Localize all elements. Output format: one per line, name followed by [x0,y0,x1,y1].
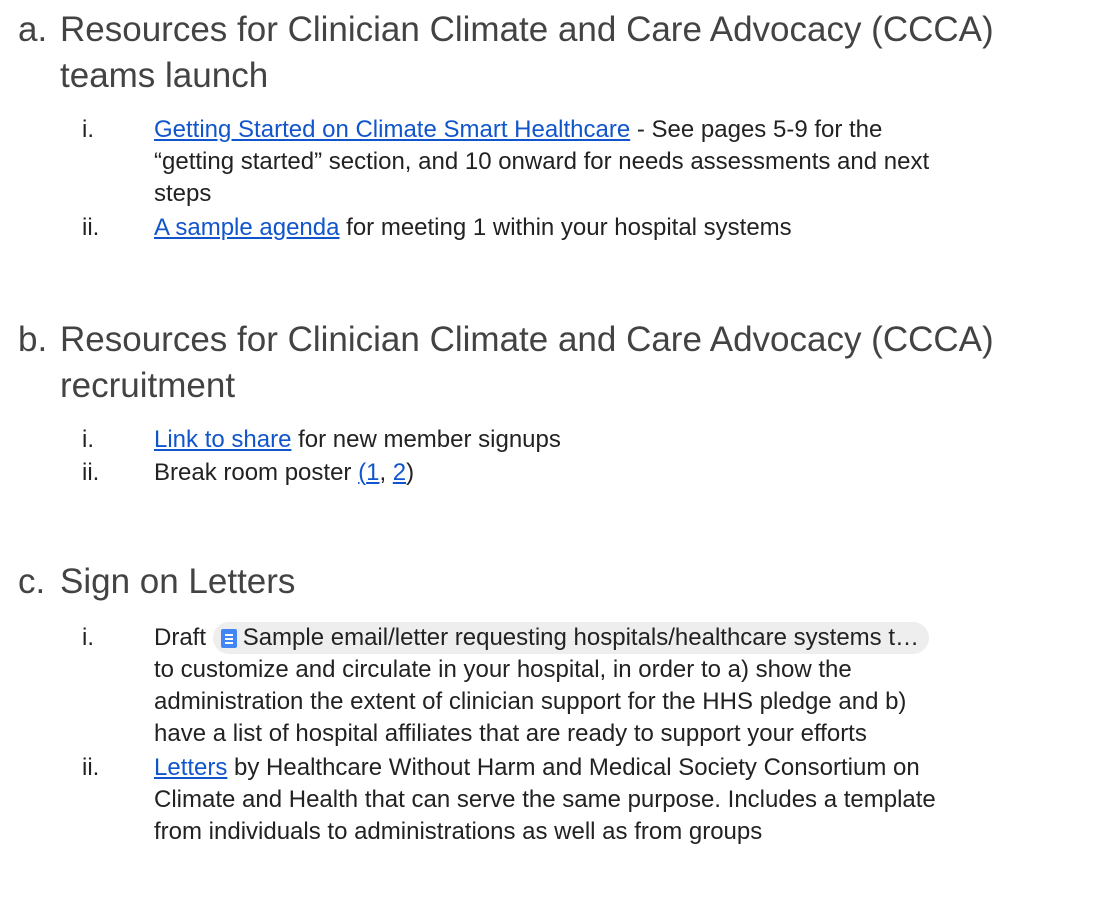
letters-link[interactable]: Letters [154,754,227,781]
item-line: administration the extent of clinician s… [154,688,907,715]
item-text: Link to share for new member signups [154,424,1104,456]
section-a-title-line1: Resources for Clinician Climate and Care… [60,10,994,49]
item-line-rest: for meeting 1 within your hospital syste… [339,214,792,241]
poster-link-1[interactable]: 1 [366,459,379,486]
section-b-marker: b. [18,320,48,359]
item-text: Draft Sample email/letter requesting hos… [154,622,1104,750]
section-a-title-line2: teams launch [60,56,269,95]
sample-email-doc-chip[interactable]: Sample email/letter requesting hospitals… [212,622,929,654]
poster-close-paren: ) [406,459,415,486]
getting-started-link[interactable]: Getting Started on Climate Smart Healthc… [154,116,630,143]
item-line: Draft Sample email/letter requesting hos… [154,622,1104,654]
item-line: steps [154,180,212,207]
poster-link-2[interactable]: 2 [393,459,406,486]
list-marker: i. [82,116,94,143]
item-line: “getting started” section, and 10 onward… [154,148,930,175]
sample-agenda-link[interactable]: A sample agenda [154,214,339,241]
item-text: Letters by Healthcare Without Harm and M… [154,752,1104,848]
draft-prefix: Draft [154,624,213,651]
item-line-rest: by Healthcare Without Harm and Medical S… [227,754,920,781]
item-text: Break room poster (1, 2) [154,457,1104,489]
list-marker: i. [82,624,94,651]
item-line-rest: - See pages 5-9 for the [630,116,883,143]
section-b-title-line1: Resources for Clinician Climate and Care… [60,320,994,359]
poster-separator: , [379,459,393,486]
section-a-title: Resources for Clinician Climate and Care… [60,7,1100,99]
section-c-marker: c. [18,562,46,601]
list-marker: i. [82,426,94,453]
section-c-title: Sign on Letters [60,562,296,601]
item-line: Climate and Health that can serve the sa… [154,786,936,813]
item-line: have a list of hospital affiliates that … [154,720,867,747]
item-line-rest: for new member signups [291,426,561,453]
section-a-marker: a. [18,10,48,49]
section-b-title: Resources for Clinician Climate and Care… [60,317,1100,409]
google-docs-icon [220,629,237,648]
list-marker: ii. [82,214,100,241]
section-b-title-line2: recruitment [60,366,236,405]
poster-prefix: Break room poster [154,459,359,486]
poster-open-paren[interactable]: ( [358,459,366,486]
list-marker: ii. [82,459,100,486]
link-to-share-link[interactable]: Link to share [154,426,291,453]
item-line: Letters by Healthcare Without Harm and M… [154,752,1104,784]
item-line: to customize and circulate in your hospi… [154,656,852,683]
list-marker: ii. [82,754,100,781]
item-text: A sample agenda for meeting 1 within you… [154,212,1104,244]
doc-chip-label: Sample email/letter requesting hospitals… [242,624,919,651]
item-line: Getting Started on Climate Smart Healthc… [154,114,1104,146]
item-text: Getting Started on Climate Smart Healthc… [154,114,1104,210]
item-line: from individuals to administrations as w… [154,818,763,845]
